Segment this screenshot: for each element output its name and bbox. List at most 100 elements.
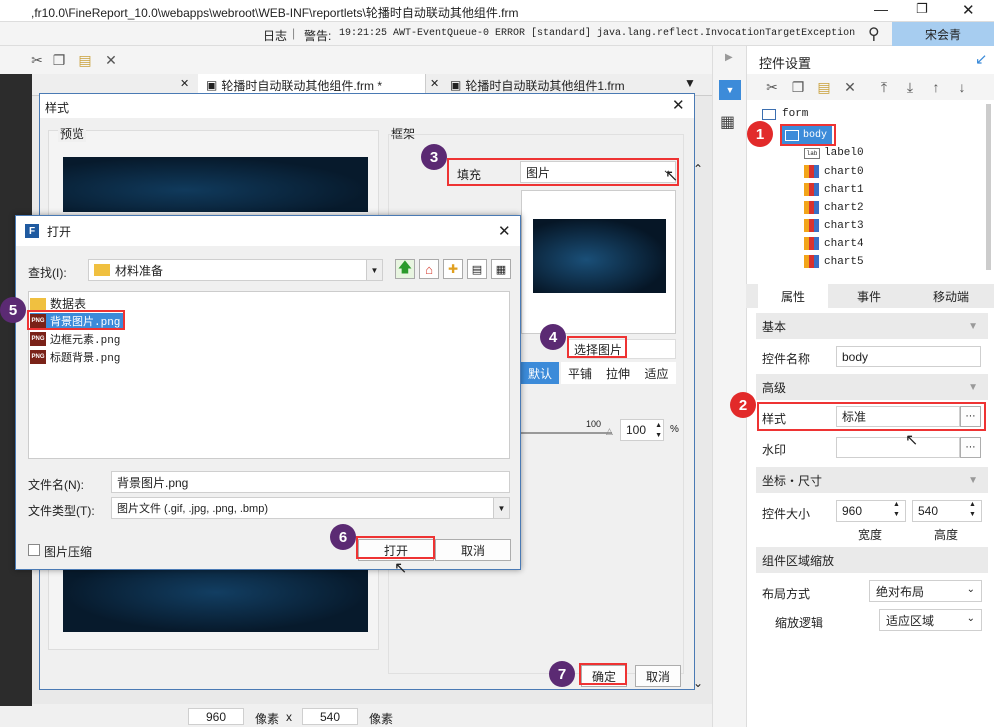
tree-item-body[interactable]: body	[782, 126, 832, 144]
close-icon[interactable]: ✕	[672, 96, 685, 114]
fill-select[interactable]: 图片 ⌄	[520, 161, 676, 183]
tab-close-icon[interactable]: ✕	[180, 77, 189, 90]
paste-icon[interactable]: ▤	[76, 51, 94, 69]
chevron-down-icon: ▼	[968, 474, 978, 486]
move-up-icon[interactable]: ↑	[927, 78, 945, 96]
tab-events[interactable]: 事件	[834, 284, 904, 308]
warning-text: 19:21:25 AWT-EventQueue-0 ERROR [standar…	[339, 28, 856, 39]
filetype-select[interactable]: 图片文件 (.gif, .jpg, .png, .bmp) ▼	[111, 497, 510, 519]
canvas-width-field[interactable]: 960	[188, 708, 244, 725]
move-down-icon[interactable]: ↓	[953, 78, 971, 96]
cut-icon[interactable]: ✂	[763, 78, 781, 96]
close-icon[interactable]: ✕	[498, 222, 511, 240]
ok-button[interactable]: 确定	[581, 665, 627, 687]
mode-fit[interactable]: 适应	[637, 362, 676, 384]
chart-icon	[804, 201, 819, 214]
close-window-icon[interactable]: ✕	[962, 1, 975, 19]
mouse-cursor-icon: ↖	[394, 560, 408, 577]
cancel-label: 取消	[460, 543, 485, 558]
chart-icon	[804, 237, 819, 250]
filetype-value: 图片文件 (.gif, .jpg, .png, .bmp)	[117, 503, 268, 515]
tree-item-chart2[interactable]: chart2	[804, 201, 864, 214]
log-label[interactable]: 日志	[263, 27, 287, 44]
tree-item-chart3[interactable]: chart3	[804, 219, 864, 232]
up-folder-icon[interactable]: 🡅	[395, 259, 415, 279]
watermark-input[interactable]	[836, 437, 960, 458]
chevron-down-icon: ⌄	[966, 613, 975, 624]
list-view-icon[interactable]: ▤	[467, 259, 487, 279]
section-zoom[interactable]: 组件区域缩放	[756, 547, 988, 573]
opacity-slider-thumb-icon[interactable]: △	[606, 426, 613, 437]
tree-item-chart5[interactable]: chart5	[804, 255, 864, 268]
section-basic[interactable]: 基本 ▼	[756, 313, 988, 339]
section-advanced[interactable]: 高级 ▼	[756, 374, 988, 400]
filename-label: 文件名(N):	[28, 478, 84, 492]
style-cancel-button[interactable]: 取消	[635, 665, 681, 687]
tree-item-label0[interactable]: lab label0	[804, 147, 864, 159]
search-icon[interactable]: ⚲	[868, 24, 880, 44]
section-coords[interactable]: 坐标・尺寸 ▼	[756, 467, 988, 493]
mouse-cursor-icon: ↖	[665, 168, 679, 185]
copy-icon[interactable]: ❐	[50, 51, 68, 69]
mode-default[interactable]: 默认	[521, 362, 559, 384]
mode-tile[interactable]: 平铺	[561, 362, 599, 384]
dropdown-arrow-icon[interactable]: ▼	[366, 260, 382, 280]
scale-select[interactable]: 适应区域 ⌄	[879, 609, 982, 631]
file-item[interactable]: PNG 标题背景.png	[30, 349, 120, 365]
dropdown-arrow-icon[interactable]: ▼	[493, 498, 509, 518]
user-name: 宋会青	[924, 27, 961, 42]
filename-input[interactable]: 背景图片.png	[111, 471, 510, 493]
layout-select[interactable]: 绝对布局 ⌄	[869, 580, 982, 602]
move-top-icon[interactable]: ⤒	[875, 78, 893, 96]
layout-panel-icon[interactable]: ▦	[720, 112, 735, 132]
minimize-icon[interactable]: —	[874, 1, 888, 17]
file-item-folder[interactable]: 数据表	[30, 295, 86, 312]
paste-icon[interactable]: ▤	[815, 78, 833, 96]
opacity-unit: %	[670, 424, 679, 435]
watermark-edit-button[interactable]: ⋯	[960, 437, 981, 458]
tab-list-icon[interactable]: ▼	[684, 76, 696, 90]
mode-stretch[interactable]: 拉伸	[599, 362, 637, 384]
lookin-select[interactable]: 材料准备 ▼	[88, 259, 383, 281]
restore-icon[interactable]: ❐	[916, 1, 928, 17]
file-item[interactable]: PNG 边框元素.png	[30, 331, 120, 347]
tree-root[interactable]: form	[762, 108, 808, 120]
new-folder-icon[interactable]: ✚	[443, 259, 463, 279]
tree-item-chart4[interactable]: chart4	[804, 237, 864, 250]
collapse-arrow-icon[interactable]: ▶	[725, 52, 733, 63]
side-icon-column: ▶ ▼ ▦	[712, 46, 746, 727]
canvas-height-field[interactable]: 540	[302, 708, 358, 725]
tab-properties[interactable]: 属性	[758, 284, 828, 308]
tab-mobile[interactable]: 移动端	[916, 284, 986, 308]
delete-icon[interactable]: ✕	[841, 78, 859, 96]
compress-checkbox[interactable]	[28, 544, 40, 556]
move-bottom-icon[interactable]: ⤓	[901, 78, 919, 96]
open-cancel-button[interactable]: 取消	[435, 539, 511, 561]
status-bar: 日志 | 警告: 19:21:25 AWT-EventQueue-0 ERROR…	[0, 22, 994, 46]
user-button[interactable]: 宋会青	[892, 22, 994, 46]
tree-item-chart1[interactable]: chart1	[804, 183, 864, 196]
details-view-icon[interactable]: ▦	[491, 259, 511, 279]
pin-icon[interactable]: ↙	[975, 50, 988, 68]
opacity-input[interactable]: 100 ▲ ▼	[620, 419, 664, 441]
style-edit-button[interactable]: ⋯	[960, 406, 981, 427]
tree-scrollbar[interactable]	[986, 104, 991, 270]
tab-close-icon[interactable]: ✕	[430, 77, 439, 90]
opacity-spinner-icon[interactable]: ▲ ▼	[655, 421, 662, 441]
frm-icon: ▣	[206, 78, 218, 92]
delete-icon[interactable]: ✕	[102, 51, 120, 69]
property-tabs: 属性 事件 移动端	[746, 284, 994, 308]
choose-image-button[interactable]: 选择图片	[568, 339, 676, 359]
widget-panel-icon[interactable]: ▼	[719, 80, 741, 100]
home-icon[interactable]: ⌂	[419, 259, 439, 279]
height-spinner-icon[interactable]: ▲ ▼	[969, 500, 976, 520]
width-spinner-icon[interactable]: ▲ ▼	[893, 500, 900, 520]
chevron-down-icon: ▼	[968, 381, 978, 393]
style-input[interactable]: 标准	[836, 406, 960, 427]
file-item-selected[interactable]: PNG 背景图片.png	[30, 313, 125, 329]
cut-icon[interactable]: ✂	[28, 51, 46, 69]
tree-item-chart0[interactable]: chart0	[804, 165, 864, 178]
widget-name-input[interactable]: body	[836, 346, 981, 367]
style-value: 标准	[842, 410, 867, 424]
copy-icon[interactable]: ❐	[789, 78, 807, 96]
